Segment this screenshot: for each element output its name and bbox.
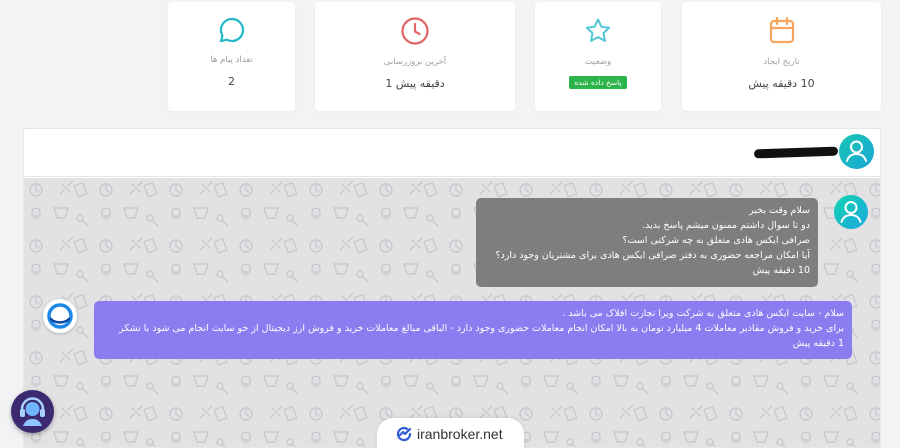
user-icon (846, 140, 867, 162)
ticket-panel: سلام وقت بخیر دو تا سوال داشتم ممنون میش… (23, 128, 881, 448)
avatar (834, 195, 868, 229)
stat-card-last-update: آخرین بروزرسانی دقیقه پیش 1 (315, 2, 515, 111)
user-icon (840, 201, 862, 223)
ticket-header (24, 129, 880, 177)
stat-card-messages-count: تعداد پیام ها 2 (168, 2, 295, 111)
headset-icon (20, 397, 45, 426)
support-chat-button[interactable] (11, 390, 54, 433)
stat-card-status: وضعیت پاسخ داده شده (535, 2, 661, 111)
stat-label: وضعیت (584, 57, 612, 67)
avatar (839, 134, 874, 169)
message-line: برای خرید و فروش مقادیر معاملات 4 میلیار… (119, 323, 844, 334)
message-line: سلام وقت بخیر (749, 205, 810, 216)
support-avatar (43, 299, 77, 333)
calendar-icon (769, 16, 794, 44)
stat-label: تاریخ ایجاد (763, 57, 800, 67)
stat-value: دقیقه پیش 1 (385, 77, 445, 90)
message-timestamp: 1 دقیقه پیش (792, 338, 844, 349)
clock-icon (401, 17, 429, 45)
redacted-username (753, 146, 839, 159)
stat-card-created: تاریخ ایجاد 10 دقیقه پیش (682, 2, 881, 111)
message-timestamp: 10 دقیقه پیش (752, 265, 810, 276)
iranbroker-logo-icon (396, 426, 412, 442)
message-bubble-support: سلام - سایت ایکس هادی متعلق به شرکت ویرا… (94, 301, 852, 359)
message-line: دو تا سوال داشتم ممنون میشم پاسخ بدید. (642, 220, 810, 231)
message-bubble-user: سلام وقت بخیر دو تا سوال داشتم ممنون میش… (476, 198, 818, 287)
support-logo-icon (47, 303, 73, 329)
message-line: سلام - سایت ایکس هادی متعلق به شرکت ویرا… (562, 308, 844, 319)
chat-bubble-icon (219, 17, 244, 43)
stat-label: تعداد پیام ها (210, 55, 253, 65)
status-badge: پاسخ داده شده (569, 76, 627, 89)
brand-name: iranbroker.net (417, 426, 503, 442)
star-icon (585, 18, 611, 42)
chat-area: سلام وقت بخیر دو تا سوال داشتم ممنون میش… (24, 178, 880, 447)
stat-value: 2 (228, 75, 235, 88)
message-line: آیا امکان مراجعه حضوری به دفتر صرافی ایک… (495, 250, 810, 261)
brand-badge[interactable]: iranbroker.net (377, 418, 524, 448)
stat-value: 10 دقیقه پیش (748, 77, 815, 90)
message-line: صرافی ایکس هادی متعلق به چه شرکتی است؟ (622, 235, 810, 246)
stat-label: آخرین بروزرسانی (383, 57, 447, 67)
